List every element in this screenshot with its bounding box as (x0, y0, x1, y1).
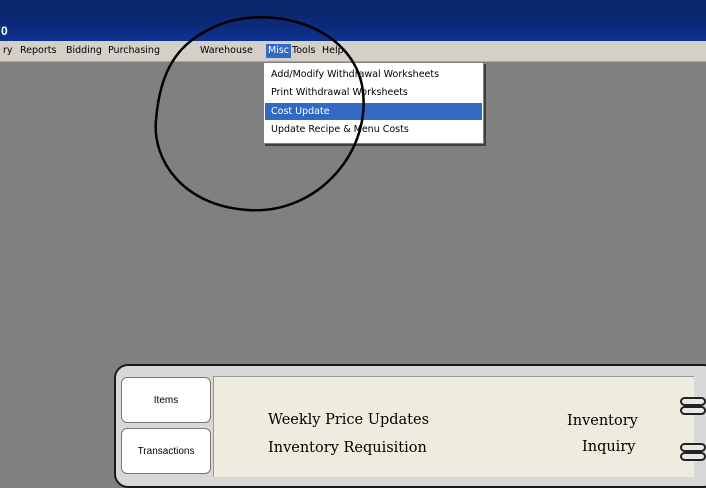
menu-warehouse[interactable]: Warehouse (198, 44, 255, 58)
link-inventory-inquiry-line1[interactable]: Inventory (567, 413, 638, 429)
binder-ring-icon (680, 443, 706, 452)
binder-ring-icon (680, 452, 706, 461)
menu-inventory[interactable]: ry (1, 44, 15, 58)
tab-transactions-label: Transactions (137, 445, 195, 457)
tab-items[interactable]: Items (121, 377, 211, 423)
link-inventory-requisition[interactable]: Inventory Requisition (268, 440, 427, 456)
menu-help[interactable]: Help (320, 44, 346, 58)
menu-item-cost-update[interactable]: Cost Update (265, 103, 482, 120)
menu-tools[interactable]: Tools (290, 44, 317, 58)
menu-item-add-modify-withdrawal-worksheets[interactable]: Add/Modify Withdrawal Worksheets (265, 66, 482, 83)
misc-dropdown-menu: Add/Modify Withdrawal Worksheets Print W… (263, 62, 484, 144)
menu-item-print-withdrawal-worksheets[interactable]: Print Withdrawal Worksheets (265, 84, 482, 101)
menu-bidding[interactable]: Bidding (64, 44, 104, 58)
binder-ring-icon (680, 397, 706, 406)
tab-items-label: Items (153, 394, 179, 406)
link-inventory-inquiry-line2[interactable]: Inquiry (582, 439, 635, 455)
tab-transactions[interactable]: Transactions (121, 428, 211, 474)
link-weekly-price-updates[interactable]: Weekly Price Updates (268, 412, 429, 428)
menu-bar: ry Reports Bidding Purchasing Warehouse … (0, 41, 706, 62)
menu-reports[interactable]: Reports (18, 44, 58, 58)
menu-item-update-recipe-menu-costs[interactable]: Update Recipe & Menu Costs (265, 121, 482, 138)
title-bar: 0 (0, 0, 706, 41)
menu-misc[interactable]: Misc (266, 44, 292, 58)
menu-purchasing[interactable]: Purchasing (106, 44, 162, 58)
binder-ring-icon (680, 406, 706, 415)
window-title: 0 (1, 24, 8, 38)
